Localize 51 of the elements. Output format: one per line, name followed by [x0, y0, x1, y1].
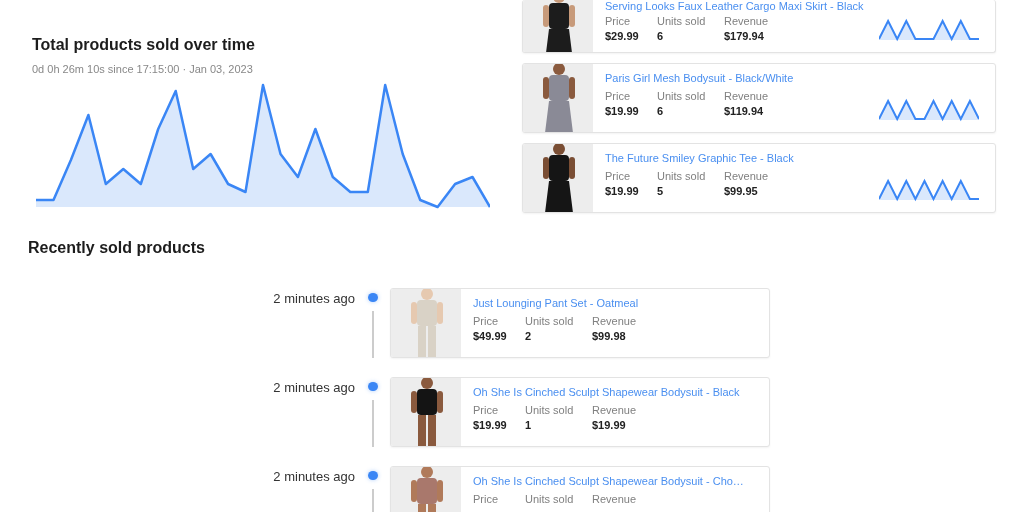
- stat-value: $49.99: [473, 330, 508, 342]
- stat-value: $29.99: [605, 30, 640, 42]
- timestamp: 2 minutes ago: [272, 291, 355, 308]
- product-link[interactable]: Paris Girl Mesh Bodysuit - Black/White: [605, 72, 867, 84]
- stat-value: 5: [657, 185, 665, 197]
- stat-value: 6: [657, 30, 665, 42]
- product-link[interactable]: Just Lounging Pant Set - Oatmeal: [473, 297, 757, 309]
- stat-value: $19.99: [473, 419, 508, 431]
- product-link[interactable]: Serving Looks Faux Leather Cargo Maxi Skirt - Black: [605, 0, 867, 12]
- timeline-dot: [367, 382, 378, 392]
- stat-value: $119.94: [724, 105, 765, 117]
- product-link[interactable]: Oh She Is Cinched Sculpt Shapewear Bodysuit - Black: [473, 386, 757, 398]
- stat-label: Price: [473, 493, 500, 505]
- product-link[interactable]: The Future Smiley Graphic Tee - Black: [605, 152, 867, 164]
- stat-label: Price: [605, 15, 632, 27]
- timeline-dot: [367, 471, 378, 481]
- stat-value: $99.95: [724, 185, 759, 197]
- stat-value: 2: [525, 330, 533, 342]
- timeline-line: [371, 400, 374, 447]
- stat-label: Price: [473, 315, 500, 327]
- stat-value: $99.98: [592, 330, 627, 342]
- stat-value: $179.94: [724, 30, 765, 42]
- stat-label: Units sold: [525, 493, 575, 505]
- chart-title: Total products sold over time: [32, 36, 256, 54]
- timeline-line: [371, 311, 374, 358]
- stat-label: Price: [605, 170, 632, 182]
- stat-value: 6: [657, 105, 665, 117]
- stat-value: 1: [525, 419, 533, 431]
- stat-value: $19.99: [605, 105, 640, 117]
- stat-label: Revenue: [724, 170, 769, 182]
- chart-subtitle: 0d 0h 26m 10s since 17:15:00 · Jan 03, 2023: [32, 63, 254, 75]
- timestamp: 2 minutes ago: [272, 469, 355, 486]
- section-heading: Recently sold products: [28, 239, 206, 257]
- stat-label: Units sold: [525, 315, 575, 327]
- stat-label: Revenue: [724, 15, 769, 27]
- stat-label: Units sold: [657, 170, 707, 182]
- timestamp: 2 minutes ago: [272, 380, 355, 397]
- stat-value: $19.99: [592, 419, 627, 431]
- stat-label: Revenue: [724, 90, 769, 102]
- stat-label: Units sold: [657, 15, 707, 27]
- stat-label: Price: [473, 404, 500, 416]
- product-link[interactable]: Oh She Is Cinched Sculpt Shapewear Bodysuit - Cho…: [473, 475, 757, 487]
- stat-label: Revenue: [592, 404, 637, 416]
- stat-label: Revenue: [592, 493, 637, 505]
- stat-label: Units sold: [525, 404, 575, 416]
- timeline-dot: [367, 293, 378, 303]
- stat-label: Units sold: [657, 90, 707, 102]
- stat-label: Revenue: [592, 315, 637, 327]
- stat-label: Price: [605, 90, 632, 102]
- timeline-line: [371, 489, 374, 512]
- stat-value: $19.99: [605, 185, 640, 197]
